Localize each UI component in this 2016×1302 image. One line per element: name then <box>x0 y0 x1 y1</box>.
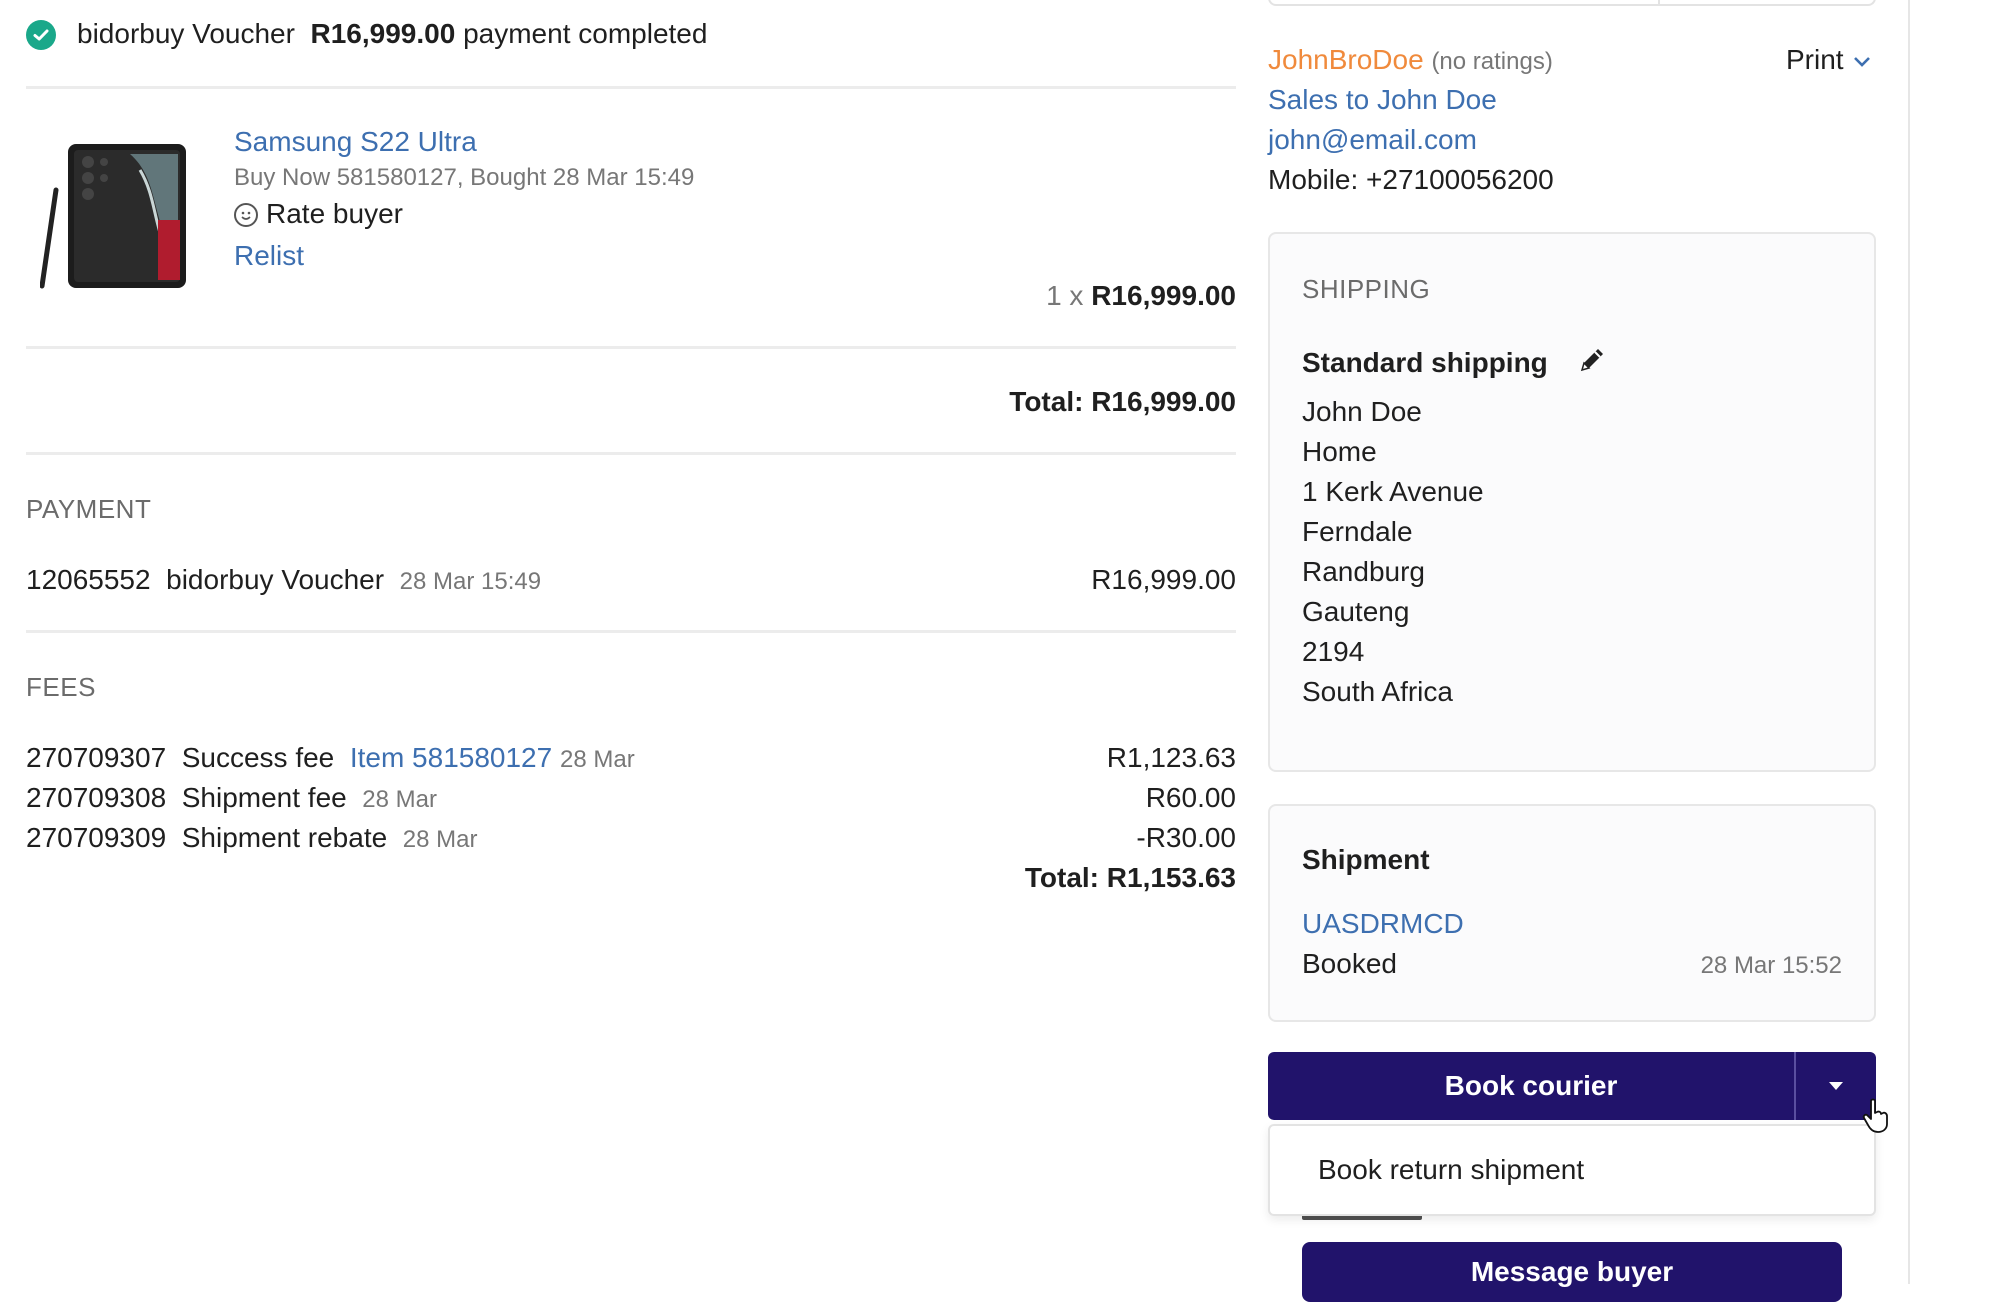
address-line: Randburg <box>1302 556 1425 587</box>
fees-total: Total: R1,153.63 <box>1024 862 1236 893</box>
address-line: 1 Kerk Avenue <box>1302 476 1484 507</box>
fee-id: 270709308 <box>26 782 167 813</box>
fee-name: Success fee <box>181 742 335 773</box>
buyer-email-link[interactable]: john@email.com <box>1268 124 1477 156</box>
address-line: Home <box>1302 436 1377 467</box>
fee-item-link[interactable]: Item 581580127 <box>350 742 552 773</box>
shipment-heading: Shipment <box>1302 844 1430 875</box>
message-buyer-button[interactable]: Message buyer <box>1302 1242 1842 1302</box>
fee-id: 270709307 <box>26 742 167 773</box>
shipment-card: Shipment UASDRMCD Booked 28 Mar 15:52 <box>1268 804 1876 1022</box>
print-label: Print <box>1786 44 1844 75</box>
divider <box>26 630 1236 633</box>
hand-cursor-icon <box>1862 1098 1892 1141</box>
product-price: R16,999.00 <box>1091 280 1236 311</box>
payment-method: bidorbuy Voucher <box>166 564 385 595</box>
shipping-card: SHIPPING Standard shipping John Doe Home… <box>1268 232 1876 772</box>
fee-name: Shipment rebate <box>181 822 388 853</box>
fee-amount: R60.00 <box>1145 782 1236 813</box>
book-courier-button[interactable]: Book courier <box>1268 1052 1794 1120</box>
product-subtitle: Buy Now 581580127, Bought 28 Mar 15:49 <box>234 164 695 191</box>
shipping-address: John Doe Home 1 Kerk Avenue Ferndale Ran… <box>1302 392 1484 712</box>
product-title-link[interactable]: Samsung S22 Ultra <box>234 126 477 158</box>
buyer-header: JohnBroDoe (no ratings) <box>1268 44 1553 76</box>
payment-heading: PAYMENT <box>26 494 152 524</box>
fee-id: 270709309 <box>26 822 167 853</box>
fee-amount: -R30.00 <box>1136 822 1236 853</box>
sales-to-link[interactable]: Sales to John Doe <box>1268 84 1497 116</box>
address-line: Ferndale <box>1302 516 1413 547</box>
buyer-mobile: Mobile: +27100056200 <box>1268 164 1554 195</box>
fee-date: 28 Mar <box>402 826 478 853</box>
payment-amount: R16,999.00 <box>1091 564 1236 595</box>
print-dropdown[interactable]: Print <box>1786 44 1872 76</box>
payment-id: 12065552 <box>26 564 151 595</box>
chevron-down-icon <box>1852 44 1872 76</box>
product-price-line: 1 x R16,999.00 <box>1046 280 1236 312</box>
divider <box>26 452 1236 455</box>
product-quantity: 1 x <box>1046 280 1084 311</box>
order-total: Total: R16,999.00 <box>1009 386 1236 417</box>
buyer-username-link[interactable]: JohnBroDoe <box>1268 44 1424 75</box>
check-circle-icon <box>26 20 56 50</box>
smiley-icon <box>234 203 258 227</box>
courier-dropdown-menu: Book return shipment <box>1268 1124 1876 1216</box>
fee-name: Shipment fee <box>181 782 347 813</box>
fee-date: 28 Mar <box>559 746 635 773</box>
shipping-method-row: Standard shipping <box>1302 344 1608 381</box>
divider <box>26 346 1236 349</box>
shipment-date: 28 Mar 15:52 <box>1700 952 1842 979</box>
buyer-ratings: (no ratings) <box>1431 48 1553 75</box>
address-line: Gauteng <box>1302 596 1410 627</box>
address-line: 2194 <box>1302 636 1365 667</box>
status-amount: R16,999.00 <box>310 18 456 49</box>
top-box-edge <box>1268 0 1876 6</box>
fees-heading: FEES <box>26 672 96 702</box>
fee-date: 28 Mar <box>362 786 437 813</box>
pencil-icon[interactable] <box>1578 344 1608 381</box>
shipment-code-link[interactable]: UASDRMCD <box>1302 908 1464 940</box>
shipping-method: Standard shipping <box>1302 346 1548 378</box>
menu-item-book-return-shipment[interactable]: Book return shipment <box>1318 1154 1584 1186</box>
payment-status: bidorbuy Voucher R16,999.00 payment comp… <box>77 18 707 50</box>
payment-date: 28 Mar 15:49 <box>399 568 542 595</box>
address-line: John Doe <box>1302 396 1422 427</box>
book-courier-split-button: Book courier <box>1268 1052 1876 1120</box>
shipping-heading: SHIPPING <box>1302 274 1431 304</box>
page-edge <box>1908 0 1910 1284</box>
divider <box>26 86 1236 89</box>
rate-buyer-link[interactable]: Rate buyer <box>234 198 403 230</box>
shipment-status: Booked <box>1302 948 1397 979</box>
relist-link[interactable]: Relist <box>234 240 304 272</box>
status-method: bidorbuy Voucher <box>77 18 295 49</box>
rate-buyer-label: Rate buyer <box>266 198 403 229</box>
status-text: payment completed <box>463 18 708 49</box>
product-image[interactable] <box>39 140 188 290</box>
fee-amount: R1,123.63 <box>1106 742 1236 773</box>
address-line: South Africa <box>1302 676 1453 707</box>
